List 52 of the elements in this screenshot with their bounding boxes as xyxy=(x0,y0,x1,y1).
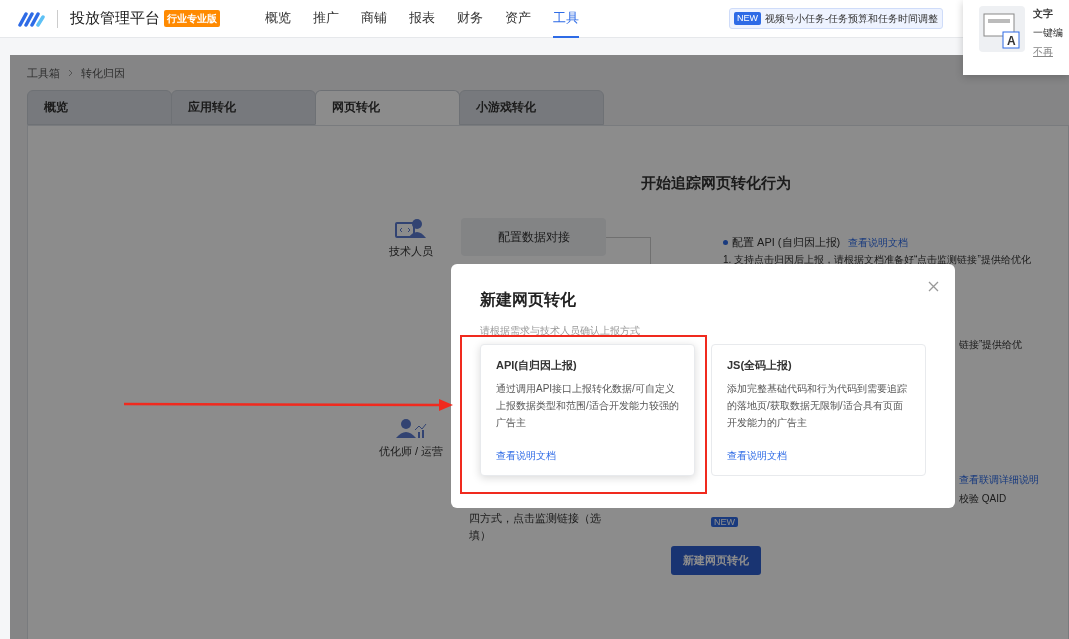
nav-item[interactable]: 商铺 xyxy=(361,0,387,38)
debug-guide-link[interactable]: 查看联调详细说明 xyxy=(959,472,1039,487)
tab[interactable]: 应用转化 xyxy=(171,89,316,125)
nav-item[interactable]: 资产 xyxy=(505,0,531,38)
doc-link[interactable]: 查看说明文档 xyxy=(496,448,556,463)
role-label: 技术人员 xyxy=(389,244,433,259)
modal-subtitle: 请根据需求与技术人员确认上报方式 xyxy=(480,324,641,338)
option-title: API(自归因上报) xyxy=(496,358,578,373)
edition-badge: 行业专业版 xyxy=(164,10,220,27)
tab[interactable]: 网页转化 xyxy=(315,89,460,125)
page-heading: 开始追踪网页转化行为 xyxy=(639,172,792,193)
create-conversion-button[interactable]: 新建网页转化 xyxy=(670,546,761,575)
close-icon[interactable] xyxy=(928,281,939,292)
doc-link[interactable]: 查看说明文档 xyxy=(727,448,787,463)
step-text-fragment: 链接”提供给优 xyxy=(959,338,1023,352)
tip-text: 一键编 xyxy=(1033,26,1063,40)
api-step-text: 1. 支持点击归因后上报，请根据文档准备好“点击监测链接”提供给优化 xyxy=(723,252,1032,267)
tab[interactable]: 小游戏转化 xyxy=(459,89,604,125)
option-description: 通过调用API接口上报转化数据/可自定义上报数据类型和范围/适合开发能力较强的广告主 xyxy=(496,381,679,430)
notice-bar[interactable]: NEW 视频号小任务-任务预算和任务时间调整 xyxy=(729,8,944,29)
tip-title: 文字 xyxy=(1033,7,1054,21)
breadcrumb-item[interactable]: 工具箱 xyxy=(27,65,60,82)
platform-title: 投放管理平台 xyxy=(70,8,160,29)
dismiss-link[interactable]: 不再 xyxy=(1033,44,1063,59)
new-badge: NEW xyxy=(734,11,761,26)
modal-title: 新建网页转化 xyxy=(480,290,576,310)
chevron-icon xyxy=(68,69,73,78)
nav-item[interactable]: 推广 xyxy=(313,0,339,38)
new-badge: NEW xyxy=(711,517,738,527)
option-description: 添加完整基础代码和行为代码到需要追踪的落地页/获取数据无限制/适合具有页面开发能力的广告主 xyxy=(727,381,908,430)
config-button[interactable]: 配置数据对接 xyxy=(461,218,606,256)
bullet-dot xyxy=(723,239,728,245)
developer-icon xyxy=(395,218,427,239)
text-recognition-icon: A xyxy=(979,6,1025,52)
step-text-line: 填） xyxy=(469,527,492,543)
api-bullet-text: 配置 API (自归因上报) xyxy=(732,235,841,250)
option-card[interactable]: JS(全码上报) 添加完整基础代码和行为代码到需要追踪的落地页/获取数据无限制/适合具有页面开发能力的广告主 查看说明文档 xyxy=(711,344,926,476)
tab[interactable]: 概览 xyxy=(27,89,172,125)
nav-item[interactable]: 概览 xyxy=(265,0,291,38)
option-card[interactable]: API(自归因上报) 通过调用API接口上报转化数据/可自定义上报数据类型和范围/适合开发能力较强的广告主 查看说明文档 xyxy=(480,344,695,476)
step-text-line: 四方式，点击监测链接（选 xyxy=(469,511,602,526)
nav-item[interactable]: 报表 xyxy=(409,0,435,38)
breadcrumb-item: 转化归因 xyxy=(81,66,125,81)
qaid-text: 校验 QAID xyxy=(959,492,1007,506)
doc-link[interactable]: 查看说明文档 xyxy=(848,234,909,250)
person-chart-icon xyxy=(395,418,427,439)
role-label: 优化师 / 运营 xyxy=(378,444,444,459)
nav-item[interactable]: 财务 xyxy=(457,0,483,38)
option-title: JS(全码上报) xyxy=(727,358,793,373)
notice-text: 视频号小任务-任务预算和任务时间调整 xyxy=(765,12,939,26)
logo-icon xyxy=(18,10,45,27)
nav-item[interactable]: 工具 xyxy=(553,0,579,38)
